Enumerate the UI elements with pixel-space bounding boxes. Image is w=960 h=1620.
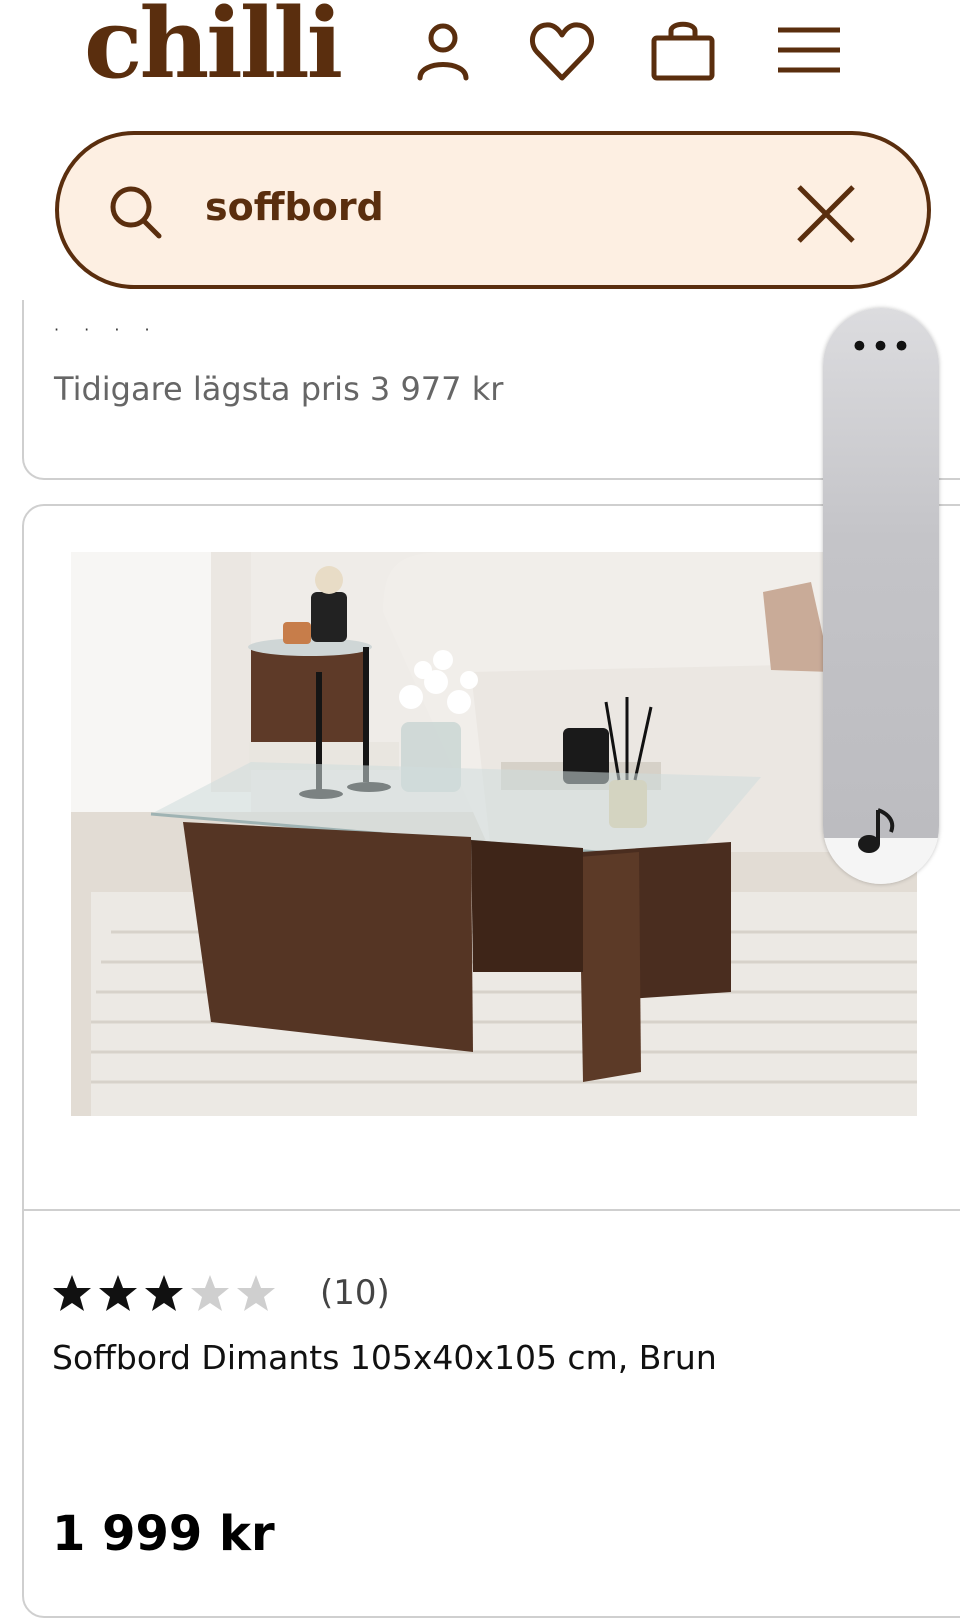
- truncated-text: · · · ·: [54, 320, 160, 339]
- product-price: 1 999 kr: [52, 1506, 275, 1562]
- star-filled-icon: [53, 1275, 91, 1311]
- star-empty-icon: [237, 1275, 275, 1311]
- heart-icon[interactable]: [527, 16, 597, 86]
- review-count[interactable]: (10): [320, 1273, 390, 1313]
- menu-icon[interactable]: [774, 16, 844, 86]
- search-bar[interactable]: soffbord: [55, 131, 931, 289]
- floating-widget[interactable]: •••: [823, 308, 939, 884]
- previous-lowest-price: Tidigare lägsta pris 3 977 kr: [54, 370, 504, 408]
- search-input[interactable]: soffbord: [205, 185, 384, 229]
- close-icon[interactable]: [793, 181, 859, 247]
- product-title[interactable]: Soffbord Dimants 105x40x105 cm, Brun: [52, 1338, 717, 1377]
- site-header: chilli: [0, 0, 960, 110]
- card-divider: [24, 1209, 960, 1211]
- product-card[interactable]: (10) Soffbord Dimants 105x40x105 cm, Bru…: [22, 504, 960, 1618]
- music-note-icon[interactable]: [855, 804, 901, 856]
- chilli-logo[interactable]: chilli: [84, 0, 343, 92]
- bag-icon[interactable]: [648, 16, 718, 86]
- product-image[interactable]: [71, 552, 917, 1116]
- star-filled-icon: [99, 1275, 137, 1311]
- star-filled-icon: [145, 1275, 183, 1311]
- star-empty-icon: [191, 1275, 229, 1311]
- search-icon: [107, 183, 165, 241]
- star-rating: (10): [52, 1268, 390, 1318]
- product-card-previous[interactable]: · · · · Tidigare lägsta pris 3 977 kr: [22, 300, 960, 480]
- more-options-icon[interactable]: •••: [823, 330, 939, 364]
- user-icon[interactable]: [408, 16, 478, 86]
